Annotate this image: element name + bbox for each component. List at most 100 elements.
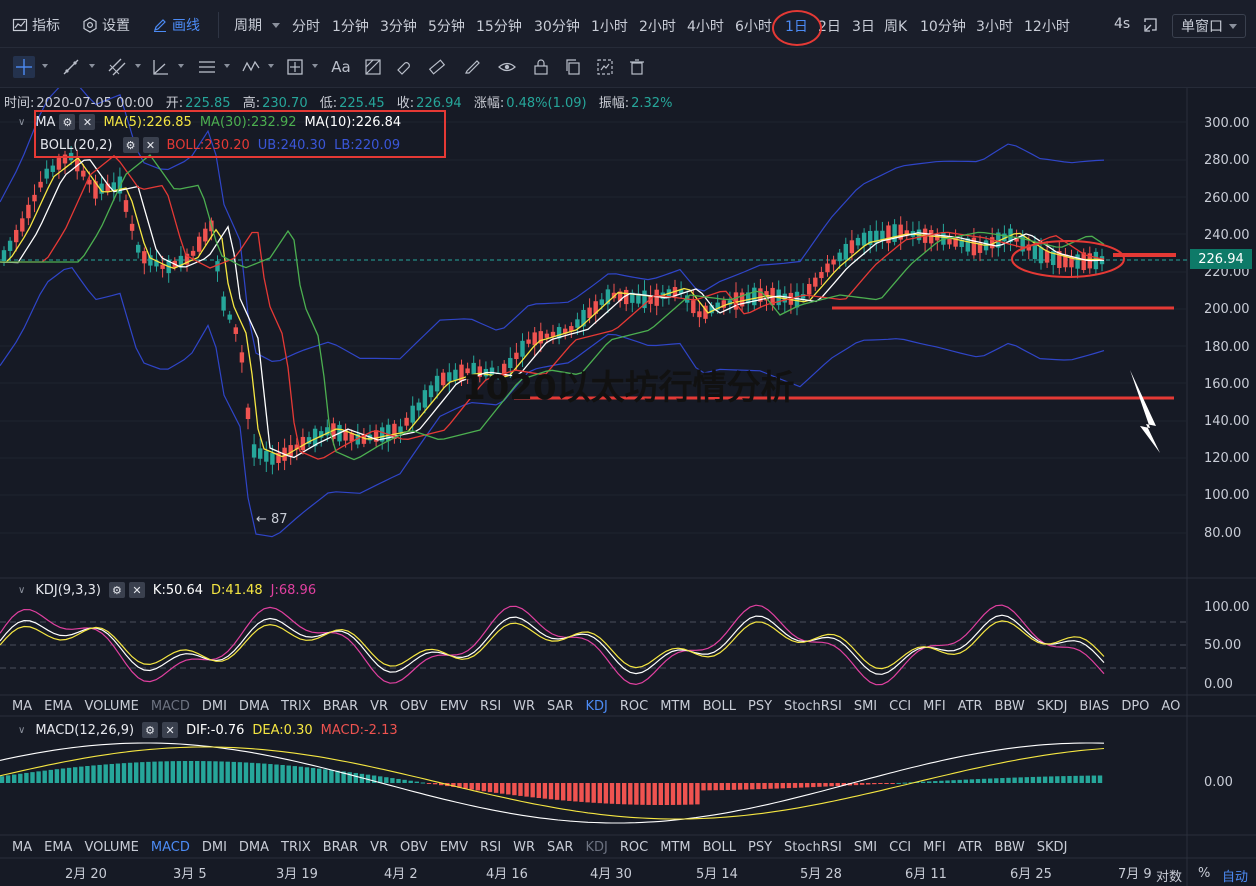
period-tab-active[interactable]: 1日 <box>785 16 808 36</box>
chevron-down-icon[interactable] <box>178 64 184 68</box>
channel-tool[interactable] <box>106 56 128 78</box>
period-tab[interactable]: 1小时 <box>591 16 628 36</box>
brush-tool[interactable] <box>462 56 484 78</box>
indicator-tab-wr[interactable]: WR <box>513 699 535 714</box>
period-tab[interactable]: 3小时 <box>976 16 1013 36</box>
collapse-icon[interactable]: ∨ <box>18 585 25 596</box>
indicator-tab-cci[interactable]: CCI <box>889 699 911 714</box>
indicator-tab-brar[interactable]: BRAR <box>323 840 358 855</box>
indicator-tab-volume[interactable]: VOLUME <box>84 699 138 714</box>
window-mode-select[interactable]: 单窗口 <box>1172 14 1246 38</box>
collapse-icon[interactable]: ∨ <box>18 725 25 736</box>
fullscreen-icon[interactable] <box>1142 16 1160 34</box>
indicator-tab-ma[interactable]: MA <box>12 840 32 855</box>
indicator-tab-mfi[interactable]: MFI <box>923 840 946 855</box>
indicator-tab-skdj[interactable]: SKDJ <box>1037 840 1068 855</box>
text-tool[interactable]: Aa <box>330 56 352 78</box>
lock-tool[interactable] <box>530 56 552 78</box>
indicator-tab-rsi[interactable]: RSI <box>480 699 501 714</box>
indicator-tab-obv[interactable]: OBV <box>400 699 428 714</box>
ruler-tool[interactable] <box>426 56 448 78</box>
period-tab[interactable]: 15分钟 <box>476 16 522 36</box>
settings-button[interactable]: 设置 <box>82 14 130 36</box>
period-tab[interactable]: 4小时 <box>687 16 724 36</box>
indicator-tab-ma[interactable]: MA <box>12 699 32 714</box>
chevron-down-icon[interactable] <box>42 64 48 68</box>
indicator-tab-roc[interactable]: ROC <box>620 699 648 714</box>
indicator-tab-emv[interactable]: EMV <box>440 840 468 855</box>
copy-tool[interactable] <box>562 56 584 78</box>
fibonacci-tool[interactable] <box>196 56 218 78</box>
indicator-tab-bbw[interactable]: BBW <box>995 840 1025 855</box>
indicator-tab-skdj[interactable]: SKDJ <box>1037 699 1068 714</box>
template-tool[interactable] <box>594 56 616 78</box>
indicator-tab-vr[interactable]: VR <box>370 840 388 855</box>
indicator-tab-bias[interactable]: BIAS <box>1079 699 1109 714</box>
close-icon[interactable]: ✕ <box>128 582 145 598</box>
indicator-tab-boll[interactable]: BOLL <box>703 840 736 855</box>
indicator-button[interactable]: 指标 <box>12 14 60 36</box>
chevron-down-icon[interactable] <box>312 64 318 68</box>
auto-scale-toggle[interactable]: 自动 <box>1222 866 1248 885</box>
indicator-tab-ao[interactable]: AO <box>1161 699 1180 714</box>
indicator-tab-atr[interactable]: ATR <box>958 699 983 714</box>
magnet-tool[interactable] <box>394 56 416 78</box>
indicator-tab-stochrsi[interactable]: StochRSI <box>784 840 842 855</box>
indicator-tab-ema[interactable]: EMA <box>44 840 72 855</box>
refresh-interval[interactable]: 4s <box>1114 16 1130 32</box>
log-scale-toggle[interactable]: 对数 <box>1156 866 1182 885</box>
indicator-tab-stochrsi[interactable]: StochRSI <box>784 699 842 714</box>
chevron-down-icon[interactable] <box>224 64 230 68</box>
indicator-tab-macd[interactable]: MACD <box>151 840 190 855</box>
indicator-tab-emv[interactable]: EMV <box>440 699 468 714</box>
indicator-tab-dma[interactable]: DMA <box>239 840 269 855</box>
indicator-tab-cci[interactable]: CCI <box>889 840 911 855</box>
indicator-tab-mtm[interactable]: MTM <box>660 699 690 714</box>
period-tab[interactable]: 10分钟 <box>920 16 966 36</box>
period-tab[interactable]: 2日 <box>818 16 841 36</box>
period-tab[interactable]: 3日 <box>852 16 875 36</box>
trend-line-tool[interactable] <box>60 56 82 78</box>
indicator-tab-mtm[interactable]: MTM <box>660 840 690 855</box>
period-tab[interactable]: 30分钟 <box>534 16 580 36</box>
indicator-tab-obv[interactable]: OBV <box>400 840 428 855</box>
indicator-tab-trix[interactable]: TRIX <box>281 840 311 855</box>
indicator-tab-brar[interactable]: BRAR <box>323 699 358 714</box>
gear-icon[interactable]: ⚙ <box>108 582 125 598</box>
indicator-tab-macd[interactable]: MACD <box>151 699 190 714</box>
indicator-tab-kdj[interactable]: KDJ <box>585 840 607 855</box>
close-icon[interactable]: ✕ <box>162 722 179 738</box>
indicator-tab-mfi[interactable]: MFI <box>923 699 946 714</box>
gear-icon[interactable]: ⚙ <box>142 722 159 738</box>
period-dropdown[interactable]: 周期 <box>234 14 280 36</box>
indicator-tab-boll[interactable]: BOLL <box>703 699 736 714</box>
wave-tool[interactable] <box>240 56 262 78</box>
chevron-down-icon[interactable] <box>268 64 274 68</box>
indicator-tab-volume[interactable]: VOLUME <box>84 840 138 855</box>
indicator-tab-vr[interactable]: VR <box>370 699 388 714</box>
indicator-tab-bbw[interactable]: BBW <box>995 699 1025 714</box>
indicator-tab-atr[interactable]: ATR <box>958 840 983 855</box>
period-tab[interactable]: 分时 <box>292 16 320 36</box>
indicator-tab-psy[interactable]: PSY <box>748 699 772 714</box>
indicator-tab-dpo[interactable]: DPO <box>1121 699 1149 714</box>
period-tab[interactable]: 2小时 <box>639 16 676 36</box>
percent-scale-toggle[interactable]: % <box>1198 866 1210 881</box>
draw-button[interactable]: 画线 <box>152 14 200 36</box>
chart-canvas[interactable] <box>0 88 1256 886</box>
chevron-down-icon[interactable] <box>89 64 95 68</box>
indicator-tab-trix[interactable]: TRIX <box>281 699 311 714</box>
delete-drawings-tool[interactable] <box>626 56 648 78</box>
indicator-tab-dmi[interactable]: DMI <box>202 699 227 714</box>
indicator-tab-ema[interactable]: EMA <box>44 699 72 714</box>
period-tab[interactable]: 6小时 <box>735 16 772 36</box>
angle-tool[interactable] <box>150 56 172 78</box>
indicator-tab-roc[interactable]: ROC <box>620 840 648 855</box>
measure-tool[interactable] <box>284 56 306 78</box>
hide-drawings-tool[interactable] <box>496 56 518 78</box>
indicator-tab-dma[interactable]: DMA <box>239 699 269 714</box>
period-tab[interactable]: 3分钟 <box>380 16 417 36</box>
pattern-tool[interactable] <box>362 56 384 78</box>
indicator-tab-sar[interactable]: SAR <box>547 840 573 855</box>
indicator-tab-smi[interactable]: SMI <box>854 699 877 714</box>
